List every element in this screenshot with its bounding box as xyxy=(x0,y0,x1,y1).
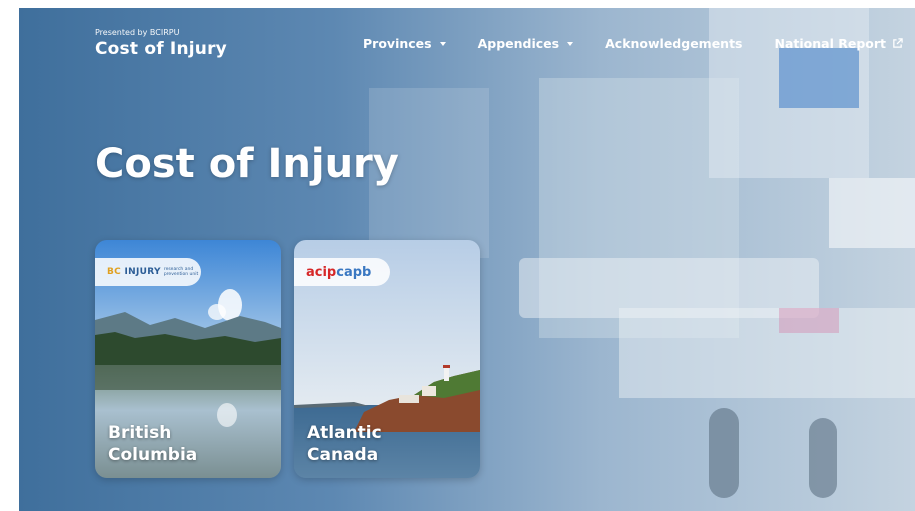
brand-title: Cost of Injury xyxy=(95,39,227,59)
nav-national-report[interactable]: National Report xyxy=(775,36,904,51)
site-header: Presented by BCIRPU Cost of Injury Provi… xyxy=(95,28,903,68)
acip-capb-logo: acipcapb xyxy=(294,258,390,286)
main-nav: Provinces Appendices Acknowledgements Na… xyxy=(363,36,903,51)
card-british-columbia[interactable]: BC INJURY research and prevention unit B… xyxy=(95,240,281,478)
nav-national-report-label: National Report xyxy=(774,36,887,51)
presented-by-text: Presented by BCIRPU xyxy=(95,28,180,37)
card-label-british-columbia: British Columbia xyxy=(108,423,198,465)
nav-provinces-label: Provinces xyxy=(363,36,432,51)
chevron-down-icon xyxy=(439,41,446,46)
page: Presented by BCIRPU Cost of Injury Provi… xyxy=(19,8,915,511)
chevron-down-icon xyxy=(567,41,574,46)
card-atlantic-canada[interactable]: acipcapb Atlantic Canada xyxy=(294,240,480,478)
brand-logo[interactable]: Presented by BCIRPU Cost of Injury xyxy=(95,28,227,60)
nav-acknowledgements[interactable]: Acknowledgements xyxy=(605,36,742,51)
page-title: Cost of Injury xyxy=(95,141,399,187)
nav-appendices-label: Appendices xyxy=(477,36,560,51)
nav-provinces[interactable]: Provinces xyxy=(363,36,446,51)
bc-injury-logo: BC INJURY research and prevention unit xyxy=(95,258,201,286)
province-cards: BC INJURY research and prevention unit B… xyxy=(95,240,480,478)
nav-acknowledgements-label: Acknowledgements xyxy=(605,36,743,51)
card-label-atlantic-canada: Atlantic Canada xyxy=(307,423,382,465)
external-link-icon xyxy=(893,38,903,48)
nav-appendices[interactable]: Appendices xyxy=(478,36,574,51)
